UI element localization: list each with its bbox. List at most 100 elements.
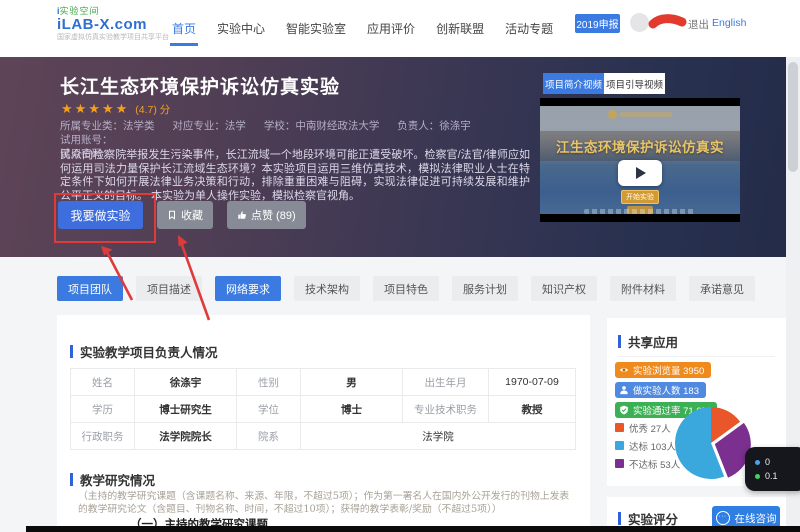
- research-section-header: 教学研究情况: [70, 470, 155, 489]
- leader-section-header: 实验教学项目负责人情况: [70, 342, 218, 361]
- project-tab-bar: 项目团队 项目描述 网络要求 技术架构 项目特色 服务计划 知识产权 附件材料 …: [57, 276, 755, 301]
- hero-banner: 长江生态环境保护诉讼仿真实验 ★★★★★ (4.7) 分 所属专业类：法学类 对…: [0, 57, 800, 257]
- meta-trial-account: 试用账号：: [60, 133, 113, 147]
- cell-value: 法学院院长: [135, 423, 237, 450]
- header-separator: |: [705, 17, 708, 29]
- cell-label: 姓名: [71, 369, 135, 396]
- meta-school: 学校：中南财经政法大学: [264, 119, 380, 133]
- tab-intro-video[interactable]: 项目简介视频: [543, 73, 604, 94]
- favorite-button[interactable]: 收藏: [157, 201, 213, 229]
- monitor-value: 0.1: [765, 471, 778, 481]
- nav-activity-topics[interactable]: 活动专题: [503, 0, 555, 57]
- tab-guide-video[interactable]: 项目引导视频: [604, 73, 665, 94]
- apply-2019-button[interactable]: 2019申报: [575, 14, 620, 33]
- consult-label: 在线咨询: [735, 511, 777, 526]
- site-logo[interactable]: i实验空间 iLAB-X.com 国家虚拟仿真实验教学项目共享平台: [57, 6, 175, 42]
- nav-innovation-alliance[interactable]: 创新联盟: [434, 0, 486, 57]
- nav-app-evaluation[interactable]: 应用评价: [365, 0, 417, 57]
- cell-label: 出生年月: [403, 369, 489, 396]
- tab-attachments[interactable]: 附件材料: [610, 276, 676, 301]
- play-icon: [636, 167, 646, 179]
- star-icons: ★★★★★: [61, 101, 129, 117]
- crest-text-bar: [620, 112, 672, 117]
- user-avatar[interactable]: [630, 13, 649, 32]
- chat-icon: [716, 511, 730, 525]
- scrollbar-thumb[interactable]: [788, 62, 798, 172]
- tab-service-plan[interactable]: 服务计划: [452, 276, 518, 301]
- tab-project-features[interactable]: 项目特色: [373, 276, 439, 301]
- cell-label: 院系: [237, 423, 301, 450]
- play-button[interactable]: [618, 160, 662, 186]
- meta-leader: 负责人：徐涤宇: [397, 119, 471, 133]
- share-title: 共享应用: [628, 332, 678, 351]
- like-label: 点赞 (89): [251, 207, 296, 223]
- video-tabs: 项目简介视频 项目引导视频: [543, 73, 665, 94]
- cell-value: 男: [301, 369, 403, 396]
- video-title-band: 江生态环境保护诉讼仿真实: [540, 131, 740, 161]
- page: i实验空间 iLAB-X.com 国家虚拟仿真实验教学项目共享平台 首页 实验中…: [0, 0, 800, 532]
- legend-label: 达标 103人: [629, 439, 676, 453]
- cell-value: 博士: [301, 396, 403, 423]
- legend-swatch: [615, 459, 624, 468]
- leader-info-table: 姓名 徐涤宇 性别 男 出生年月 1970-07-09 学历 博士研究生 学位 …: [70, 368, 576, 450]
- section-bar: [618, 335, 621, 348]
- cell-value: 博士研究生: [135, 396, 237, 423]
- legend-swatch: [615, 441, 624, 450]
- tab-commitment[interactable]: 承诺意见: [689, 276, 755, 301]
- divider: [618, 356, 775, 357]
- header: i实验空间 iLAB-X.com 国家虚拟仿真实验教学项目共享平台 首页 实验中…: [0, 0, 800, 57]
- experiment-description: 民众向检察院举报发生污染事件，长江流域一个地段环境可能正遭受破坏。检察官/法官/…: [60, 149, 530, 203]
- cell-value: 1970-07-09: [489, 369, 576, 396]
- monitor-dot-blue: [755, 460, 760, 465]
- nav-home[interactable]: 首页: [170, 0, 198, 57]
- video-overlay-title: 江生态环境保护诉讼仿真实: [556, 136, 724, 156]
- hero-buttons: 我要做实验 收藏 点赞 (89): [58, 201, 306, 229]
- nav-smart-lab[interactable]: 智能实验室: [284, 0, 348, 57]
- table-row: 行政职务 法学院院长 院系 法学院: [71, 423, 576, 450]
- logo-brand-en: iLAB-X.com: [57, 16, 175, 33]
- do-experiment-button[interactable]: 我要做实验: [58, 201, 143, 229]
- tab-intellectual-property[interactable]: 知识产权: [531, 276, 597, 301]
- leader-section-title: 实验教学项目负责人情况: [80, 342, 218, 361]
- table-row: 姓名 徐涤宇 性别 男 出生年月 1970-07-09: [71, 369, 576, 396]
- language-link[interactable]: English: [712, 17, 746, 29]
- start-experiment-button[interactable]: 开始实验: [621, 190, 659, 204]
- cell-label: 专业技术职务: [403, 396, 489, 423]
- monitor-row: 0.1: [755, 471, 800, 481]
- video-player[interactable]: 江生态环境保护诉讼仿真实 开始实验: [540, 98, 740, 222]
- like-button[interactable]: 点赞 (89): [227, 201, 306, 229]
- research-note: （主持的教学研究课题（含课题名称、来源、年限，不超过5项）；作为第一署名人在国内…: [78, 491, 570, 516]
- logo-tagline: 国家虚拟仿真实验教学项目共享平台: [57, 33, 175, 42]
- meta-category: 所属专业类：法学类: [60, 119, 155, 133]
- legend-swatch: [615, 423, 624, 432]
- monitor-dot-green: [755, 474, 760, 479]
- nav-experiment-center[interactable]: 实验中心: [215, 0, 267, 57]
- tab-network-requirements[interactable]: 网络要求: [215, 276, 281, 301]
- shield-check-icon: [619, 405, 629, 415]
- participants-label: 做实验人数 183: [633, 383, 699, 397]
- meta-major: 对应专业：法学: [172, 119, 246, 133]
- section-bar: [70, 345, 73, 358]
- university-crest: [608, 110, 672, 119]
- monitor-row: 0: [755, 457, 800, 467]
- legend-label: 优秀 27人: [629, 421, 671, 435]
- logo-brand-cn: i实验空间: [57, 6, 175, 16]
- favorite-label: 收藏: [181, 207, 203, 223]
- crest-emblem-icon: [608, 110, 617, 119]
- experiment-title: 长江生态环境保护诉讼仿真实验: [60, 72, 340, 99]
- tab-technical-architecture[interactable]: 技术架构: [294, 276, 360, 301]
- network-monitor-widget: 0 0.1: [745, 447, 800, 491]
- share-section-header: 共享应用: [618, 332, 678, 351]
- table-row: 学历 博士研究生 学位 博士 专业技术职务 教授: [71, 396, 576, 423]
- cell-label: 学历: [71, 396, 135, 423]
- person-icon: [619, 385, 629, 395]
- eye-icon: [619, 365, 629, 375]
- views-label: 实验浏览量 3950: [633, 363, 704, 377]
- views-badge: 实验浏览量 3950: [615, 362, 711, 378]
- section-bar: [70, 473, 73, 486]
- tab-project-team[interactable]: 项目团队: [57, 276, 123, 301]
- cell-value: 法学院: [301, 423, 576, 450]
- rating-score: (4.7) 分: [135, 102, 170, 117]
- tab-project-description[interactable]: 项目描述: [136, 276, 202, 301]
- results-pie-chart: [671, 403, 751, 483]
